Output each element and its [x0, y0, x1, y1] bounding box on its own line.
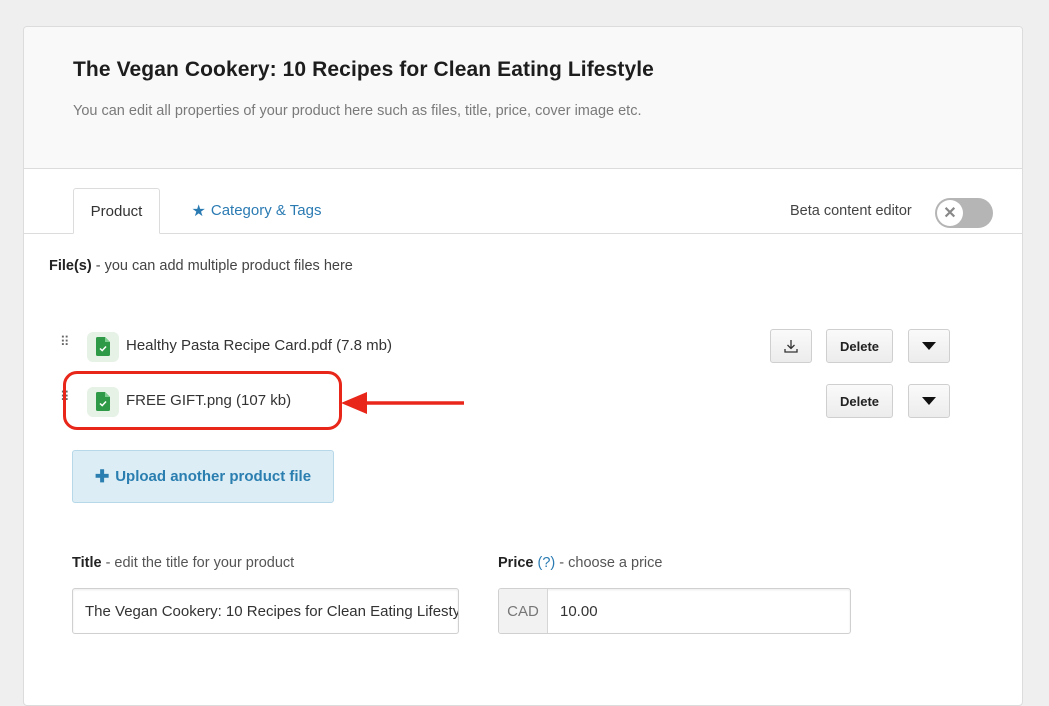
title-input[interactable]: The Vegan Cookery: 10 Recipes for Clean …: [72, 588, 459, 634]
page-subtitle: You can edit all properties of your prod…: [73, 103, 642, 119]
upload-file-label: Upload another product file: [115, 468, 312, 485]
tab-product-label: Product: [90, 202, 143, 220]
beta-editor-toggle[interactable]: ✕: [935, 198, 993, 228]
currency-addon: CAD: [499, 589, 548, 633]
tab-product[interactable]: Product: [73, 188, 160, 234]
page-title: The Vegan Cookery: 10 Recipes for Clean …: [73, 58, 654, 81]
close-icon: ✕: [937, 200, 963, 226]
annotation-arrow-icon: [341, 392, 464, 414]
file-options-button[interactable]: [908, 329, 950, 363]
price-input-group: CAD 10.00: [498, 588, 851, 634]
price-input[interactable]: 10.00: [548, 589, 850, 633]
files-label: File(s) - you can add multiple product f…: [49, 258, 353, 274]
file-options-button[interactable]: [908, 384, 950, 418]
tabs-bar: Product ★ Category & Tags Beta content e…: [24, 168, 1022, 234]
plus-icon: ✚: [94, 466, 110, 486]
drag-handle-icon[interactable]: ⠿: [60, 335, 70, 348]
title-label: Title - edit the title for your product: [72, 555, 295, 571]
card-header: The Vegan Cookery: 10 Recipes for Clean …: [24, 27, 1022, 169]
delete-button[interactable]: Delete: [826, 384, 893, 418]
file-icon: [87, 332, 119, 362]
tab-category-label: Category & Tags: [210, 202, 322, 219]
caret-down-icon: [922, 341, 936, 350]
delete-button[interactable]: Delete: [826, 329, 893, 363]
download-button[interactable]: [770, 329, 812, 363]
upload-file-button[interactable]: ✚ Upload another product file: [72, 450, 334, 503]
beta-editor-label: Beta content editor: [790, 203, 912, 219]
annotation-highlight-box: [63, 371, 342, 430]
star-icon: ★: [191, 202, 206, 220]
download-icon: [784, 340, 798, 353]
file-row: ⠿ Healthy Pasta Recipe Card.pdf (7.8 mb)…: [60, 329, 950, 365]
file-name: Healthy Pasta Recipe Card.pdf (7.8 mb): [126, 337, 392, 354]
tab-category-tags[interactable]: ★ Category & Tags: [184, 188, 329, 233]
price-help-link[interactable]: (?): [538, 555, 556, 571]
caret-down-icon: [922, 396, 936, 405]
price-label: Price (?) - choose a price: [498, 555, 663, 571]
